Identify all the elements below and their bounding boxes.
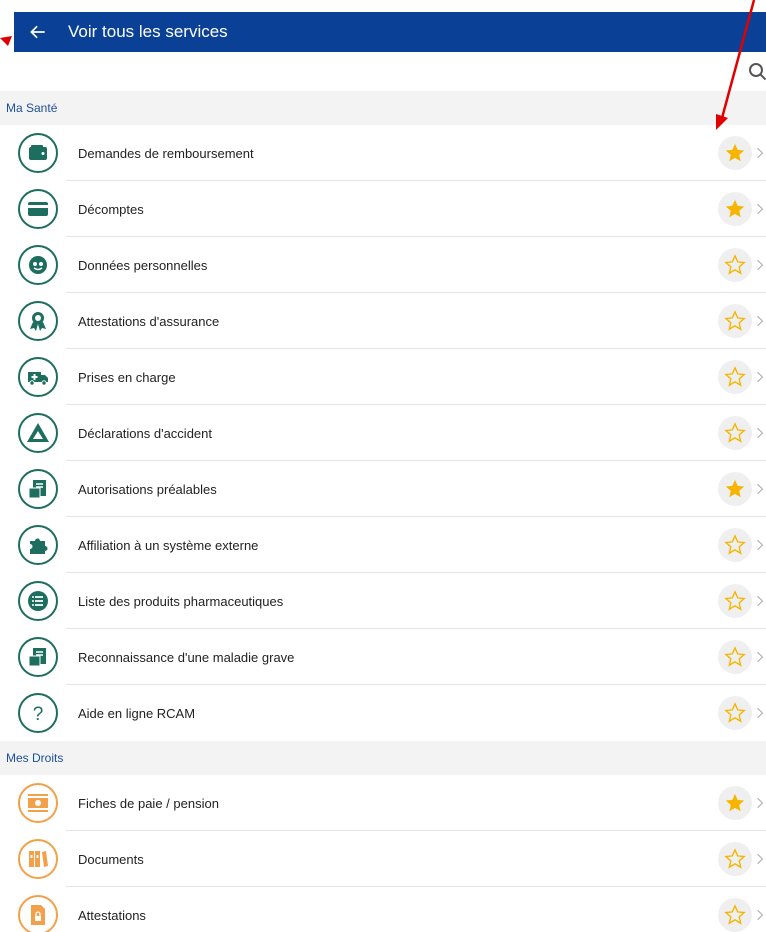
binders-icon — [18, 839, 58, 879]
list-item[interactable]: Documents — [0, 831, 766, 887]
star-filled-icon[interactable] — [718, 192, 752, 226]
search-bar — [0, 52, 766, 91]
list-item[interactable]: Déclarations d'accident — [0, 405, 766, 461]
arrow-left-icon[interactable] — [26, 20, 50, 44]
list-item-label: Fiches de paie / pension — [78, 795, 219, 811]
star-outline-icon[interactable] — [718, 640, 752, 674]
document-icon — [18, 469, 58, 509]
star-outline-icon[interactable] — [718, 584, 752, 618]
chevron-right-icon — [756, 482, 766, 496]
list-item-label: Reconnaissance d'une maladie grave — [78, 649, 295, 665]
star-outline-icon[interactable] — [718, 360, 752, 394]
list-item[interactable]: Prises en charge — [0, 349, 766, 405]
page-title: Voir tous les services — [68, 22, 228, 41]
star-outline-icon[interactable] — [718, 898, 752, 932]
list-item-label: Attestations — [78, 907, 146, 923]
list-item[interactable]: Liste des produits pharmaceutiques — [0, 573, 766, 629]
star-outline-icon[interactable] — [718, 416, 752, 450]
list-item-label: Affiliation à un système externe — [78, 537, 259, 553]
locked-document-icon — [18, 895, 58, 932]
question-icon: ? — [18, 693, 58, 733]
chevron-right-icon — [756, 796, 766, 810]
chevron-right-icon — [756, 538, 766, 552]
list-item[interactable]: Reconnaissance d'une maladie grave — [0, 629, 766, 685]
list-item-label: Aide en ligne RCAM — [78, 705, 196, 721]
award-ribbon-icon — [18, 301, 58, 341]
chevron-right-icon — [756, 202, 766, 216]
star-filled-icon[interactable] — [718, 136, 752, 170]
puzzle-icon — [18, 525, 58, 565]
list-item[interactable]: Attestations — [0, 887, 766, 932]
section-header: Mes Droits — [0, 741, 766, 775]
warning-triangle-icon — [18, 413, 58, 453]
star-outline-icon[interactable] — [718, 304, 752, 338]
list-icon — [18, 581, 58, 621]
app-header: Voir tous les services — [14, 12, 766, 52]
star-outline-icon[interactable] — [718, 696, 752, 730]
list-item[interactable]: Décomptes — [0, 181, 766, 237]
star-filled-icon[interactable] — [718, 786, 752, 820]
list-item[interactable]: Demandes de remboursement — [0, 125, 766, 181]
money-icon — [18, 783, 58, 823]
star-outline-icon[interactable] — [718, 248, 752, 282]
list-item[interactable]: Attestations d'assurance — [0, 293, 766, 349]
chevron-right-icon — [756, 258, 766, 272]
svg-text:?: ? — [33, 704, 44, 725]
person-face-icon — [18, 245, 58, 285]
list-item-label: Documents — [78, 851, 144, 867]
service-list: Ma Santé Demandes de remboursement Décom… — [0, 91, 766, 932]
list-item-label: Autorisations préalables — [78, 481, 217, 497]
document-icon — [18, 637, 58, 677]
chevron-right-icon — [756, 706, 766, 720]
list-item-label: Données personnelles — [78, 257, 208, 273]
annotation-arrow-left — [0, 36, 12, 46]
chevron-right-icon — [756, 426, 766, 440]
ambulance-icon — [18, 357, 58, 397]
list-item-label: Liste des produits pharmaceutiques — [78, 593, 284, 609]
list-item[interactable]: Affiliation à un système externe — [0, 517, 766, 573]
wallet-icon — [18, 133, 58, 173]
list-item-label: Déclarations d'accident — [78, 425, 212, 441]
chevron-right-icon — [756, 146, 766, 160]
list-item[interactable]: Fiches de paie / pension — [0, 775, 766, 831]
chevron-right-icon — [756, 650, 766, 664]
star-filled-icon[interactable] — [718, 472, 752, 506]
chevron-right-icon — [756, 594, 766, 608]
list-item[interactable]: Autorisations préalables — [0, 461, 766, 517]
list-item-label: Attestations d'assurance — [78, 313, 220, 329]
list-item[interactable]: Données personnelles — [0, 237, 766, 293]
star-outline-icon[interactable] — [718, 842, 752, 876]
search-icon[interactable] — [748, 62, 766, 82]
list-item-label: Décomptes — [78, 201, 144, 217]
chevron-right-icon — [756, 908, 766, 922]
list-item-label: Demandes de remboursement — [78, 145, 254, 161]
section-header: Ma Santé — [0, 91, 766, 125]
list-item[interactable]: ? Aide en ligne RCAM — [0, 685, 766, 741]
star-outline-icon[interactable] — [718, 528, 752, 562]
chevron-right-icon — [756, 370, 766, 384]
chevron-right-icon — [756, 852, 766, 866]
card-icon — [18, 189, 58, 229]
chevron-right-icon — [756, 314, 766, 328]
list-item-label: Prises en charge — [78, 369, 176, 385]
